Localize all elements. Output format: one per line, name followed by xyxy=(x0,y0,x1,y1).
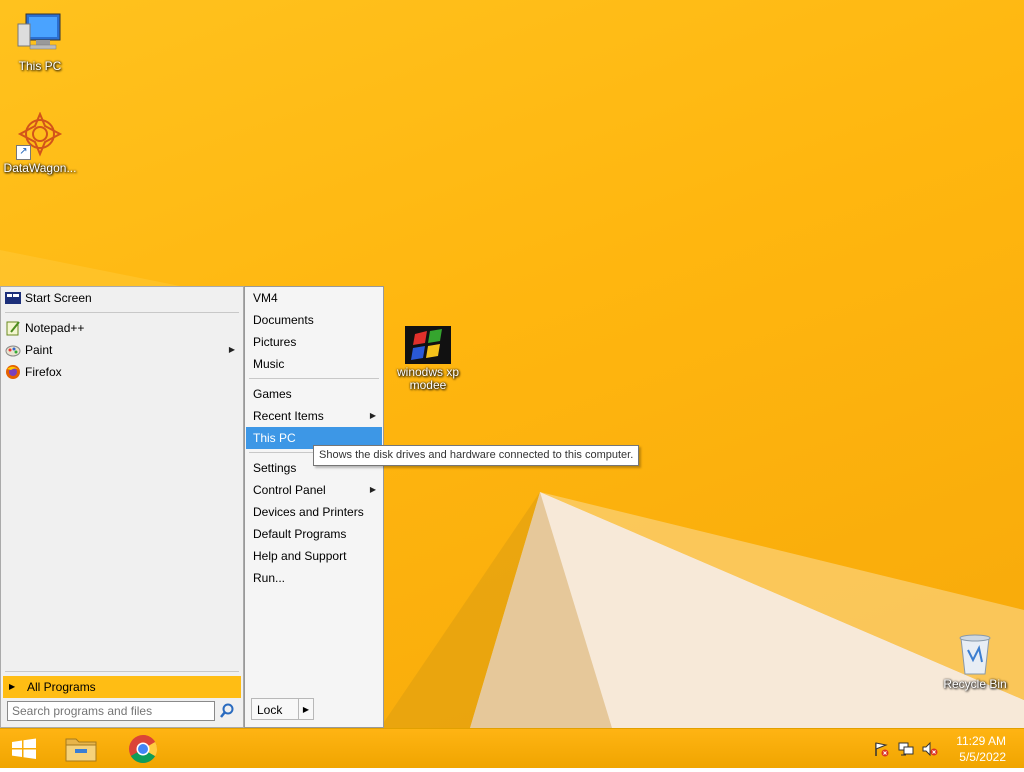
volume-muted-icon[interactable] xyxy=(921,741,939,757)
menu-item-run[interactable]: Run... xyxy=(246,567,382,589)
desktop-icon-label: DataWagon... xyxy=(3,161,77,175)
start-menu-left-pane: Start Screen Notepad++ Paint ▶ Firefox ▶… xyxy=(0,286,244,728)
menu-item-vm4[interactable]: VM4 xyxy=(246,287,382,309)
search-input[interactable] xyxy=(7,701,215,721)
clock[interactable]: 11:29 AM 5/5/2022 xyxy=(956,733,1006,765)
all-programs-label: All Programs xyxy=(27,680,96,694)
windows-xp-icon xyxy=(405,326,451,364)
menu-item-games[interactable]: Games xyxy=(246,383,382,405)
menu-item-notepadpp[interactable]: Notepad++ xyxy=(1,317,243,339)
menu-item-help-and-support[interactable]: Help and Support xyxy=(246,545,382,567)
menu-item-label: Music xyxy=(253,357,285,371)
action-center-flag-icon[interactable] xyxy=(872,741,890,757)
menu-item-label: Settings xyxy=(253,461,297,475)
menu-item-label: Notepad++ xyxy=(25,321,85,335)
menu-item-label: Run... xyxy=(253,571,286,585)
desktop-icon-datawagon[interactable]: ↗ DataWagon... xyxy=(0,111,80,175)
menu-item-control-panel[interactable]: Control Panel ▶ xyxy=(246,479,382,501)
desktop-icon-label: This PC xyxy=(18,59,62,73)
desktop-icon-label: winodws xp modee xyxy=(396,365,460,392)
menu-item-label: Control Panel xyxy=(253,483,326,497)
start-menu-right-pane: VM4 Documents Pictures Music Games Recen… xyxy=(244,286,384,728)
datawagon-icon: ↗ xyxy=(16,111,64,160)
menu-separator xyxy=(249,378,379,379)
menu-item-label: Devices and Printers xyxy=(253,505,364,519)
menu-item-firefox[interactable]: Firefox xyxy=(1,361,243,383)
start-menu: Start Screen Notepad++ Paint ▶ Firefox ▶… xyxy=(0,286,384,728)
start-button[interactable] xyxy=(4,729,44,769)
network-icon[interactable] xyxy=(897,741,915,757)
start-screen-icon xyxy=(5,290,21,306)
recycle-bin-icon xyxy=(951,632,999,676)
desktop: This PC ↗ DataWagon... winodws xp modee … xyxy=(0,0,1024,728)
paint-icon xyxy=(5,342,21,358)
submenu-arrow-icon: ▶ xyxy=(369,485,376,494)
taskbar: 11:29 AM 5/5/2022 xyxy=(0,728,1024,768)
chrome-icon xyxy=(129,735,157,763)
shutdown-options-arrow-icon[interactable]: ▶ xyxy=(298,698,314,720)
desktop-icon-this-pc[interactable]: This PC xyxy=(0,10,80,73)
menu-item-pictures[interactable]: Pictures xyxy=(246,331,382,353)
menu-item-recent-items[interactable]: Recent Items ▶ xyxy=(246,405,382,427)
tooltip: Shows the disk drives and hardware conne… xyxy=(313,445,640,466)
menu-separator xyxy=(5,312,239,313)
desktop-icon-label: Recycle Bin xyxy=(943,677,1007,691)
menu-item-label: Start Screen xyxy=(25,291,92,305)
menu-item-devices-and-printers[interactable]: Devices and Printers xyxy=(246,501,382,523)
menu-item-default-programs[interactable]: Default Programs xyxy=(246,523,382,545)
menu-item-label: Firefox xyxy=(25,365,62,379)
desktop-icon-recycle-bin[interactable]: Recycle Bin xyxy=(935,632,1015,691)
all-programs-button[interactable]: ▶ All Programs xyxy=(3,676,241,698)
firefox-icon xyxy=(5,364,21,380)
menu-item-music[interactable]: Music xyxy=(246,353,382,375)
lock-button[interactable]: Lock xyxy=(251,698,299,720)
menu-item-label: Default Programs xyxy=(253,527,347,541)
menu-item-label: VM4 xyxy=(253,291,278,305)
menu-item-label: Pictures xyxy=(253,335,297,349)
notepadpp-icon xyxy=(5,320,21,336)
windows-start-icon xyxy=(12,738,36,759)
menu-item-label: Help and Support xyxy=(253,549,347,563)
menu-item-label: This PC xyxy=(253,431,296,445)
file-explorer-icon xyxy=(65,738,97,762)
menu-item-start-screen[interactable]: Start Screen xyxy=(1,287,243,309)
menu-item-label: Documents xyxy=(253,313,314,327)
menu-item-paint[interactable]: Paint ▶ xyxy=(1,339,241,361)
computer-icon xyxy=(16,10,64,58)
desktop-icon-windows-xp-mode[interactable]: winodws xp modee xyxy=(388,326,468,392)
taskbar-chrome[interactable] xyxy=(122,729,164,769)
search-icon[interactable] xyxy=(217,701,237,721)
clock-time: 11:29 AM xyxy=(956,734,1006,748)
menu-item-label: Games xyxy=(253,387,292,401)
menu-separator xyxy=(5,671,239,672)
menu-item-documents[interactable]: Documents xyxy=(246,309,382,331)
taskbar-file-explorer[interactable] xyxy=(60,729,102,769)
clock-date: 5/5/2022 xyxy=(959,750,1006,764)
shortcut-arrow-icon: ↗ xyxy=(16,145,31,160)
triangle-right-icon: ▶ xyxy=(9,682,16,691)
submenu-arrow-icon: ▶ xyxy=(228,345,235,354)
submenu-arrow-icon: ▶ xyxy=(369,411,376,420)
menu-item-label: Paint xyxy=(25,343,53,357)
menu-item-label: Recent Items xyxy=(253,409,324,423)
